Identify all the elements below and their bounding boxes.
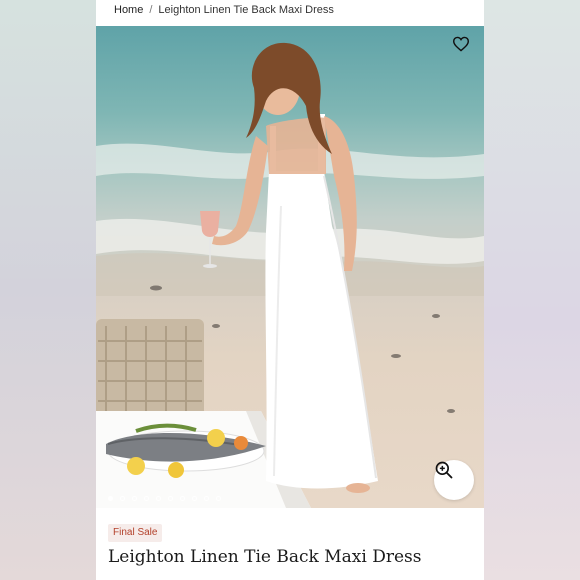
carousel-dot-3[interactable]	[132, 496, 137, 501]
product-card: Home / Leighton Linen Tie Back Maxi Dres…	[96, 0, 484, 580]
breadcrumb-separator: /	[149, 4, 153, 16]
breadcrumb: Home / Leighton Linen Tie Back Maxi Dres…	[114, 3, 334, 17]
carousel-dot-6[interactable]	[168, 496, 173, 501]
carousel-dots	[108, 496, 221, 501]
carousel-dot-2[interactable]	[120, 496, 125, 501]
product-image[interactable]	[96, 26, 484, 508]
carousel-dot-7[interactable]	[180, 496, 185, 501]
carousel-dot-1[interactable]	[108, 496, 113, 501]
carousel-dot-10[interactable]	[216, 496, 221, 501]
carousel-dot-9[interactable]	[204, 496, 209, 501]
carousel-dot-8[interactable]	[192, 496, 197, 501]
background-right	[484, 0, 580, 580]
breadcrumb-home-link[interactable]: Home	[114, 4, 143, 16]
background-left	[0, 0, 96, 580]
zoom-button[interactable]	[434, 460, 474, 500]
wishlist-heart-button[interactable]	[452, 36, 474, 58]
heart-outline-icon	[452, 36, 470, 52]
product-photo-illustration	[96, 42, 484, 508]
final-sale-badge: Final Sale	[108, 524, 163, 542]
zoom-in-icon	[435, 461, 453, 479]
carousel-dot-5[interactable]	[156, 496, 161, 501]
carousel-dot-4[interactable]	[144, 496, 149, 501]
breadcrumb-current: Leighton Linen Tie Back Maxi Dress	[158, 4, 334, 16]
product-title: Leighton Linen Tie Back Maxi Dress	[108, 547, 422, 567]
